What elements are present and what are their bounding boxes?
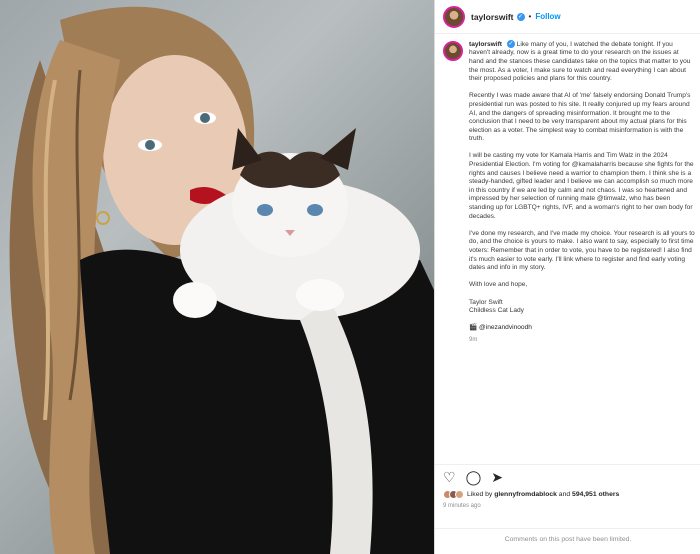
caption: taylorswift ✓ Like many of you, I watche… — [443, 40, 695, 428]
caption-paragraph-4: I've done my research, and I've made my … — [469, 229, 695, 272]
caption-paragraph-1: taylorswift ✓ Like many of you, I watche… — [469, 40, 695, 84]
post-timestamp: 9 minutes ago — [443, 503, 481, 509]
separator-dot: • — [528, 12, 532, 21]
caption-paragraph-2: Recently I was made aware that AI of 'me… — [469, 92, 691, 143]
photo-illustration — [9, 6, 434, 554]
caption-paragraph-1-text: Like many of you, I watched the debate t… — [469, 40, 691, 83]
post-image[interactable] — [0, 0, 434, 554]
liker-avatar — [455, 490, 464, 499]
likes-text: Liked by glennyfromdablock and 594,951 o… — [467, 491, 619, 498]
comments-limited-notice: Comments on this post have been limited. — [435, 528, 700, 554]
post-panel: taylorswift ✓ • Follow taylorswift ✓ Lik… — [434, 0, 700, 554]
likes-row: Liked by glennyfromdablock and 594,951 o… — [443, 490, 619, 499]
likes-and: and — [556, 491, 573, 498]
likes-prefix: Liked by — [467, 491, 495, 498]
likes-count-link[interactable]: 594,951 others — [572, 491, 619, 498]
caption-username[interactable]: taylorswift — [469, 41, 502, 48]
photo-credit[interactable]: 🎬 @inezandvinoodh — [469, 324, 695, 333]
header-username[interactable]: taylorswift — [471, 12, 514, 22]
signature-title: Childless Cat Lady — [469, 307, 524, 315]
heart-icon[interactable]: ♡ — [443, 470, 456, 484]
action-bar: ♡ ◯ ➤ — [435, 464, 700, 488]
caption-paragraph-3: I will be casting my vote for Kamala Har… — [469, 152, 694, 220]
verified-badge-icon: ✓ — [516, 12, 525, 21]
caption-text: taylorswift ✓ Like many of you, I watche… — [469, 40, 695, 428]
caption-paragraph-5: With love and hope, — [469, 281, 528, 289]
avatar[interactable] — [443, 5, 465, 28]
likes-user-link[interactable]: glennyfromdablock — [494, 491, 557, 498]
follow-button[interactable]: Follow — [535, 12, 560, 21]
caption-time: 9m — [469, 337, 478, 344]
caption-avatar[interactable] — [443, 41, 463, 61]
post-viewer: taylorswift ✓ • Follow taylorswift ✓ Lik… — [0, 0, 700, 554]
signature-name: Taylor Swift — [469, 298, 503, 306]
verified-badge-icon: ✓ — [506, 40, 515, 48]
post-header: taylorswift ✓ • Follow — [435, 0, 700, 34]
share-icon[interactable]: ➤ — [491, 470, 503, 484]
comment-icon[interactable]: ◯ — [466, 470, 482, 484]
